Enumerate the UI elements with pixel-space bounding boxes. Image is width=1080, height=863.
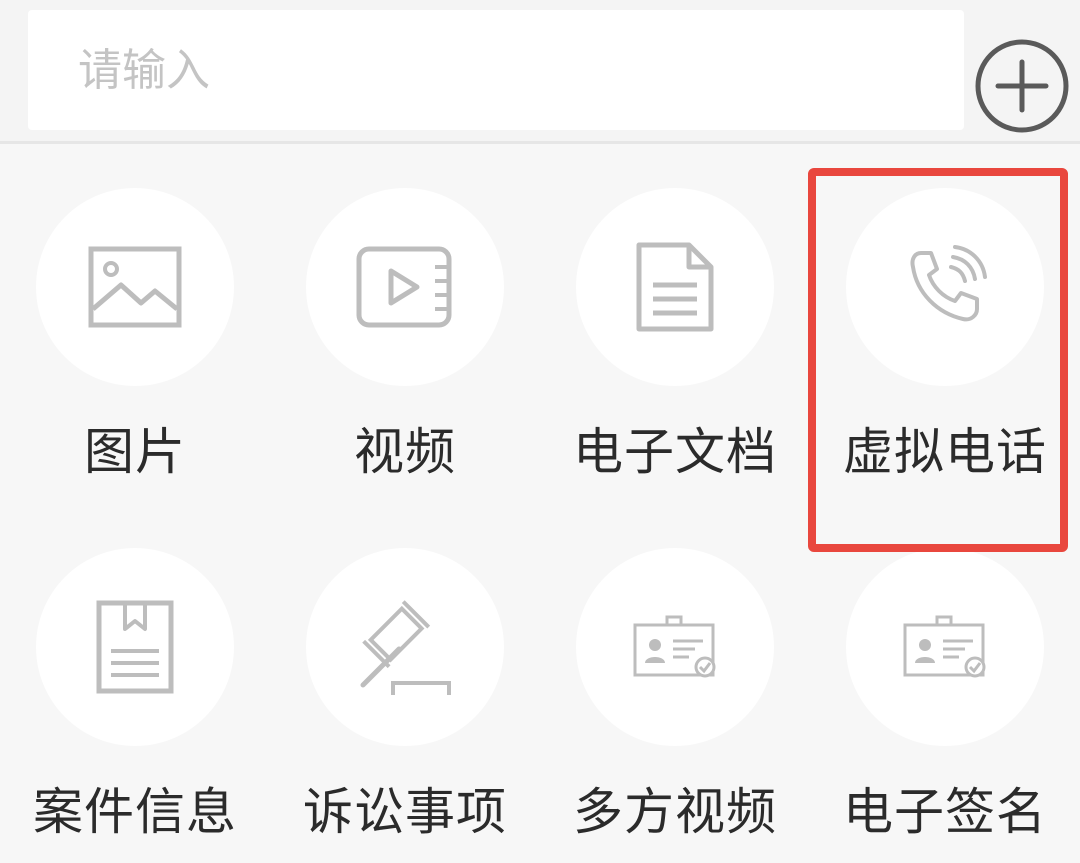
icon-circle	[576, 188, 774, 386]
grid-item-case-info[interactable]: 案件信息	[0, 504, 270, 844]
icon-circle	[306, 548, 504, 746]
id-card-check-icon	[633, 615, 716, 678]
icon-circle	[846, 188, 1044, 386]
plus-circle-icon	[975, 39, 1069, 133]
add-button[interactable]	[972, 36, 1072, 136]
grid-item-label: 多方视频	[573, 783, 777, 841]
search-input[interactable]	[76, 43, 964, 97]
grid-item-video[interactable]: 视频	[270, 144, 540, 484]
grid-item-image[interactable]: 图片	[0, 144, 270, 484]
icon-circle	[36, 548, 234, 746]
icon-circle	[846, 548, 1044, 746]
grid-item-e-signature[interactable]: 电子签名	[810, 504, 1080, 844]
feature-grid: 图片 视频 电子文档 虚拟电话 案件信息 诉讼事项 多方视频 电子签名	[0, 144, 1080, 863]
phone-call-icon	[910, 245, 987, 322]
top-bar	[0, 0, 1080, 142]
video-icon	[356, 246, 452, 328]
case-book-icon	[96, 600, 174, 694]
document-icon	[636, 242, 714, 332]
icon-circle	[36, 188, 234, 386]
icon-circle	[576, 548, 774, 746]
grid-item-label: 电子签名	[843, 783, 1047, 841]
id-card-check-icon	[903, 615, 986, 678]
search-box[interactable]	[28, 10, 964, 130]
grid-item-label: 电子文档	[573, 423, 777, 481]
icon-circle	[306, 188, 504, 386]
grid-item-label: 案件信息	[33, 783, 237, 841]
grid-item-label: 虚拟电话	[843, 423, 1047, 481]
grid-item-document[interactable]: 电子文档	[540, 144, 810, 484]
grid-item-multi-video[interactable]: 多方视频	[540, 504, 810, 844]
grid-item-litigation[interactable]: 诉讼事项	[270, 504, 540, 844]
grid-item-virtual-phone[interactable]: 虚拟电话	[810, 144, 1080, 484]
image-icon	[88, 246, 182, 328]
grid-item-label: 图片	[84, 423, 186, 481]
grid-item-label: 视频	[354, 423, 456, 481]
gavel-icon	[360, 600, 451, 695]
grid-item-label: 诉讼事项	[303, 783, 507, 841]
